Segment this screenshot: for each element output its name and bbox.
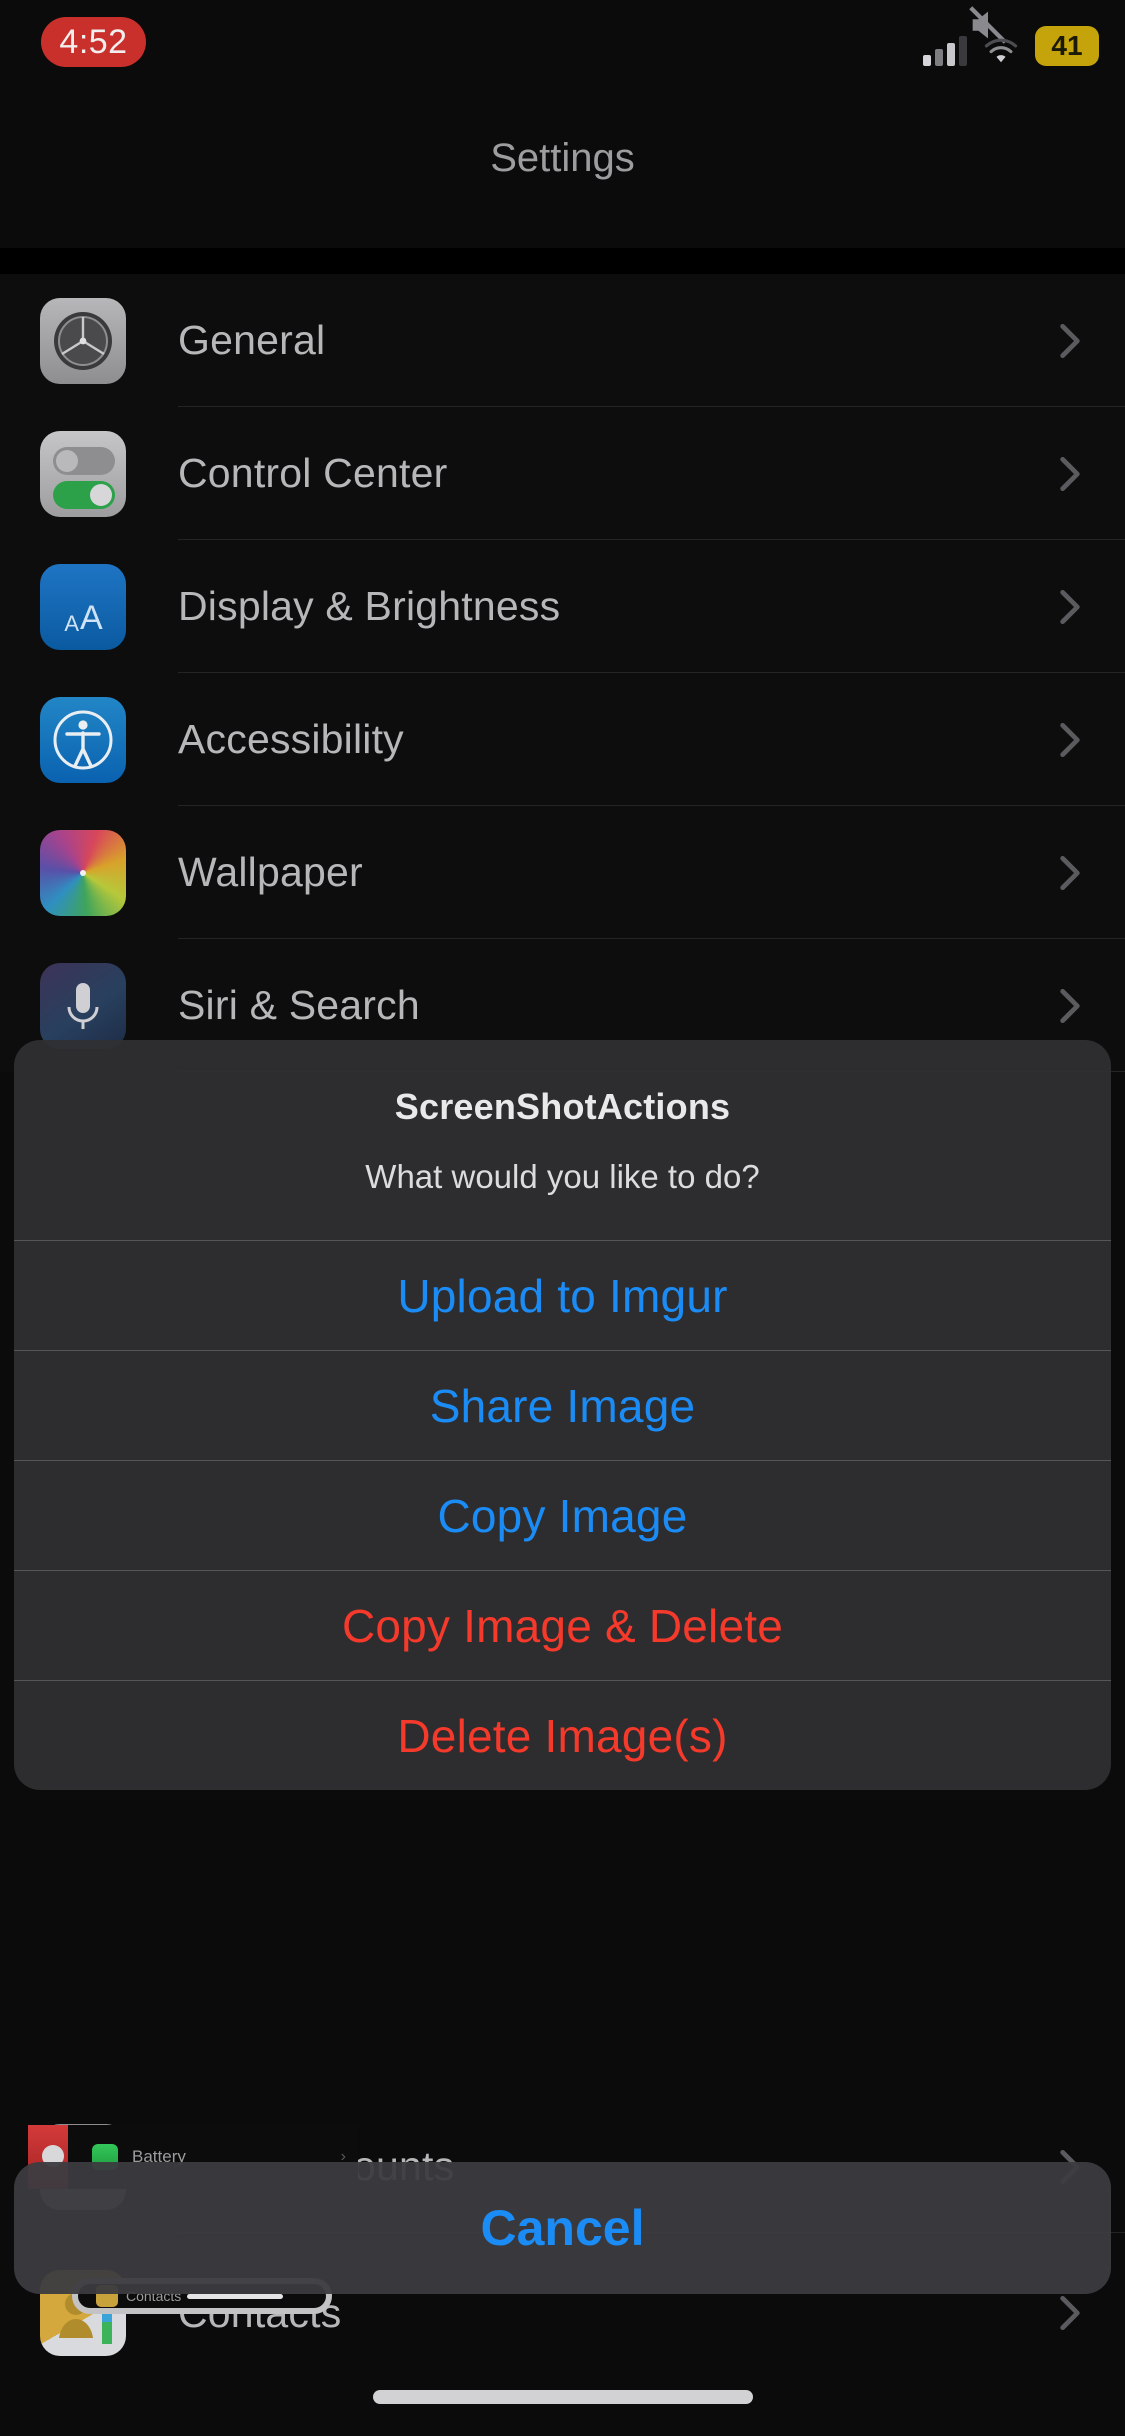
settings-list: General Control Center AA Display & Brig… [0, 274, 1125, 1072]
action-sheet-header: ScreenShotActions What would you like to… [14, 1040, 1111, 1240]
cancel-button-wrapper: Cancel [14, 2162, 1111, 2294]
home-indicator[interactable] [372, 2390, 753, 2404]
microphone-icon [40, 962, 126, 1049]
sidebar-item-label: Accessibility [178, 716, 404, 762]
battery-level: 41 [1051, 30, 1083, 61]
sidebar-item-label: Control Center [178, 450, 448, 496]
cellular-bars-icon [923, 36, 967, 66]
accessibility-icon [40, 696, 126, 783]
copy-image-and-delete-button[interactable]: Copy Image & Delete [14, 1570, 1111, 1680]
page-title: Settings [490, 135, 635, 180]
sidebar-item-label: Wallpaper [178, 849, 363, 895]
battery-indicator: 41 [1035, 26, 1099, 66]
sidebar-item-label: Display & Brightness [178, 583, 561, 629]
chevron-right-icon [1060, 988, 1080, 1023]
delete-images-button[interactable]: Delete Image(s) [14, 1680, 1111, 1790]
copy-image-button[interactable]: Copy Image [14, 1460, 1111, 1570]
wifi-icon [984, 38, 1018, 63]
sidebar-item-accessibility[interactable]: Accessibility [0, 673, 1125, 806]
wallpaper-flower-icon [40, 829, 126, 916]
nav-gap [0, 248, 1125, 274]
chevron-right-icon [1060, 722, 1080, 757]
sidebar-item-label: Siri & Search [178, 982, 420, 1028]
status-bar: 4:52 41 [0, 0, 1125, 132]
sidebar-item-wallpaper[interactable]: Wallpaper [0, 806, 1125, 939]
sidebar-item-general[interactable]: General [0, 274, 1125, 407]
action-sheet-title: ScreenShotActions [394, 1086, 731, 1127]
toggles-icon [40, 430, 126, 517]
upload-to-imgur-button[interactable]: Upload to Imgur [14, 1240, 1111, 1350]
chevron-right-icon [1060, 456, 1080, 491]
sidebar-item-display-brightness[interactable]: AA Display & Brightness [0, 540, 1125, 673]
gear-icon [40, 297, 126, 384]
chevron-right-icon [1060, 855, 1080, 890]
chevron-right-icon [1060, 589, 1080, 624]
sidebar-item-label: General [178, 317, 326, 363]
chevron-right-icon [1060, 323, 1080, 358]
status-time-pill: 4:52 [41, 17, 146, 67]
nav-bar: Settings [0, 132, 1125, 184]
nested-home-indicator [187, 2293, 284, 2299]
sidebar-item-control-center[interactable]: Control Center [0, 407, 1125, 540]
action-sheet: ScreenShotActions What would you like to… [14, 1040, 1111, 1790]
cancel-button[interactable]: Cancel [14, 2162, 1111, 2294]
share-image-button[interactable]: Share Image [14, 1350, 1111, 1460]
chevron-right-icon [1060, 2295, 1080, 2331]
action-sheet-message: What would you like to do? [365, 1158, 760, 1195]
text-size-icon: AA [40, 563, 126, 650]
status-time: 4:52 [59, 22, 128, 61]
iphone-screen: 4:52 41 Settings General Control Center … [0, 0, 1125, 2436]
status-right-cluster: 41 [923, 8, 1099, 66]
